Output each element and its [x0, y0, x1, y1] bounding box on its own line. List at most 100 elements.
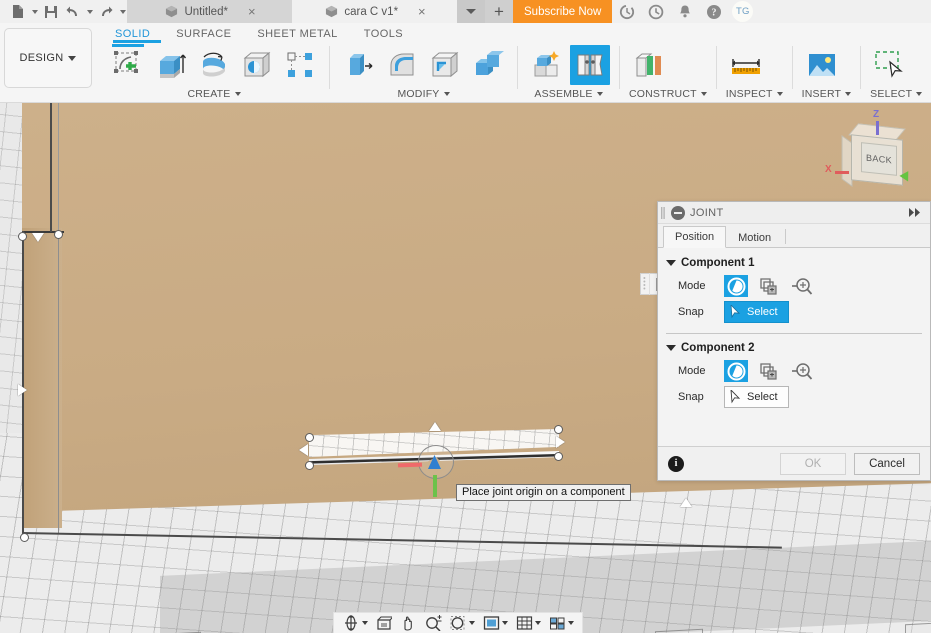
row-snap-component-1: Snap Select — [658, 299, 930, 325]
cancel-button[interactable]: Cancel — [854, 452, 920, 475]
notification-bell-icon[interactable] — [670, 0, 699, 23]
avatar[interactable]: TG — [732, 1, 754, 22]
view-cube[interactable]: BACK Z X — [825, 109, 913, 193]
tab-tools[interactable]: TOOLS — [351, 26, 416, 44]
new-file-dropdown-icon[interactable] — [30, 1, 39, 22]
subscribe-now-button[interactable]: Subscribe Now — [513, 0, 613, 23]
fillet-icon[interactable] — [382, 45, 422, 85]
panel-select-label[interactable]: SELECT — [870, 87, 923, 101]
close-icon[interactable]: × — [418, 5, 426, 18]
panel-modify: MODIFY — [333, 43, 514, 103]
row-mode-component-1: Mode — [658, 273, 930, 299]
snap-midpoint-handle[interactable] — [18, 384, 27, 396]
joint-origin-between-two-faces-icon[interactable] — [757, 360, 781, 382]
revolve-icon[interactable] — [194, 45, 234, 85]
view-cube-face-label[interactable]: BACK — [861, 142, 897, 176]
snap-point-handle[interactable] — [20, 533, 29, 542]
grid-snap-button[interactable] — [512, 613, 545, 633]
zoom-button[interactable] — [421, 613, 446, 633]
joint-origin-between-two-faces-icon[interactable] — [757, 275, 781, 297]
close-icon[interactable]: × — [248, 5, 256, 18]
chevron-down-icon — [362, 621, 368, 625]
panel-inspect-label[interactable]: INSPECT — [726, 87, 783, 101]
measure-icon[interactable] — [726, 45, 766, 85]
dialog-grip-icon[interactable] — [661, 206, 666, 219]
section-header-component-1[interactable]: Component 1 — [658, 255, 930, 273]
combine-icon[interactable] — [468, 45, 508, 85]
snap-point-handle[interactable] — [554, 425, 563, 434]
fit-button[interactable] — [446, 613, 479, 633]
joint-axis-z-arrow[interactable] — [433, 475, 437, 497]
insert-image-icon[interactable] — [802, 45, 842, 85]
new-tab-button[interactable]: + — [485, 0, 513, 23]
snap-select-button-component-1[interactable]: Select — [724, 301, 789, 323]
snap-midpoint-handle[interactable] — [32, 233, 44, 242]
drag-grip-icon[interactable] — [641, 273, 650, 295]
document-tab-untitled[interactable]: Untitled* × — [127, 0, 292, 23]
expand-right-icon[interactable] — [906, 208, 926, 217]
joint-origin-two-edge-intersection-icon[interactable] — [790, 275, 814, 297]
info-icon[interactable]: i — [668, 455, 684, 472]
panel-create-label[interactable]: CREATE — [108, 87, 320, 101]
tab-motion[interactable]: Motion — [726, 227, 783, 248]
joint-origin-simple-icon[interactable] — [724, 275, 748, 297]
document-tab-cara-c[interactable]: cara C v1* × — [292, 0, 457, 23]
panel-modify-label[interactable]: MODIFY — [339, 87, 508, 101]
hole-icon[interactable] — [237, 45, 277, 85]
joint-origin-marker[interactable] — [397, 443, 458, 497]
snap-point-handle[interactable] — [305, 461, 314, 470]
tab-sheet-metal[interactable]: SHEET METAL — [244, 26, 350, 44]
panel-construct-label[interactable]: CONSTRUCT — [629, 87, 707, 101]
joint-origin-two-edge-intersection-icon[interactable] — [790, 360, 814, 382]
dialog-title-bar[interactable]: JOINT — [658, 202, 930, 224]
cursor-arrow-icon — [730, 305, 741, 319]
snap-midpoint-handle[interactable] — [556, 436, 565, 448]
joint-axis-x-arrow[interactable] — [397, 462, 423, 468]
undo-icon[interactable] — [63, 1, 83, 22]
extrude-icon[interactable] — [151, 45, 191, 85]
snap-midpoint-handle[interactable] — [429, 422, 441, 431]
orbit-button[interactable] — [338, 613, 372, 633]
snap-midpoint-handle[interactable] — [299, 444, 308, 456]
viewport-layout-button[interactable] — [545, 613, 578, 633]
shell-icon[interactable] — [425, 45, 465, 85]
snap-point-handle[interactable] — [554, 452, 563, 461]
snap-point-handle[interactable] — [305, 433, 314, 442]
joint-origin-simple-icon[interactable] — [724, 360, 748, 382]
rectangular-pattern-icon[interactable] — [280, 45, 320, 85]
redo-icon[interactable] — [96, 1, 116, 22]
select-window-icon[interactable] — [870, 45, 910, 85]
section-header-component-2[interactable]: Component 2 — [658, 340, 930, 358]
help-icon[interactable]: ? — [699, 0, 728, 23]
panel-assemble-label[interactable]: ASSEMBLE — [527, 87, 610, 101]
snap-point-handle[interactable] — [54, 230, 63, 239]
new-component-icon[interactable] — [527, 45, 567, 85]
sync-icon[interactable] — [612, 0, 641, 23]
new-file-icon[interactable] — [8, 1, 28, 22]
history-clock-icon[interactable] — [641, 0, 670, 23]
offset-plane-icon[interactable] — [629, 45, 669, 85]
collapse-icon[interactable] — [671, 205, 685, 220]
look-at-button[interactable] — [372, 613, 396, 633]
workspace-switcher-button[interactable]: DESIGN — [4, 28, 92, 88]
panel-insert: INSERT — [796, 43, 858, 103]
redo-dropdown-icon[interactable] — [118, 1, 127, 22]
pan-button[interactable] — [396, 613, 421, 633]
display-settings-button[interactable] — [479, 613, 512, 633]
snap-select-button-component-2[interactable]: Select — [724, 386, 789, 408]
dialog-footer: i OK Cancel — [658, 446, 930, 480]
panel-insert-label[interactable]: INSERT — [802, 87, 852, 101]
tab-overflow-chevron-down-icon[interactable] — [457, 0, 485, 23]
tab-surface[interactable]: SURFACE — [163, 26, 244, 44]
ok-button[interactable]: OK — [780, 452, 846, 475]
save-icon[interactable] — [41, 1, 61, 22]
snap-midpoint-handle[interactable] — [680, 498, 692, 507]
snap-point-handle[interactable] — [18, 232, 27, 241]
tab-position[interactable]: Position — [663, 226, 727, 248]
fit-icon — [450, 616, 465, 630]
joint-icon[interactable] — [570, 45, 610, 85]
create-sketch-icon[interactable] — [108, 44, 148, 85]
press-pull-icon[interactable] — [339, 45, 379, 85]
component-body-main-side[interactable] — [22, 228, 62, 528]
undo-dropdown-icon[interactable] — [85, 1, 94, 22]
